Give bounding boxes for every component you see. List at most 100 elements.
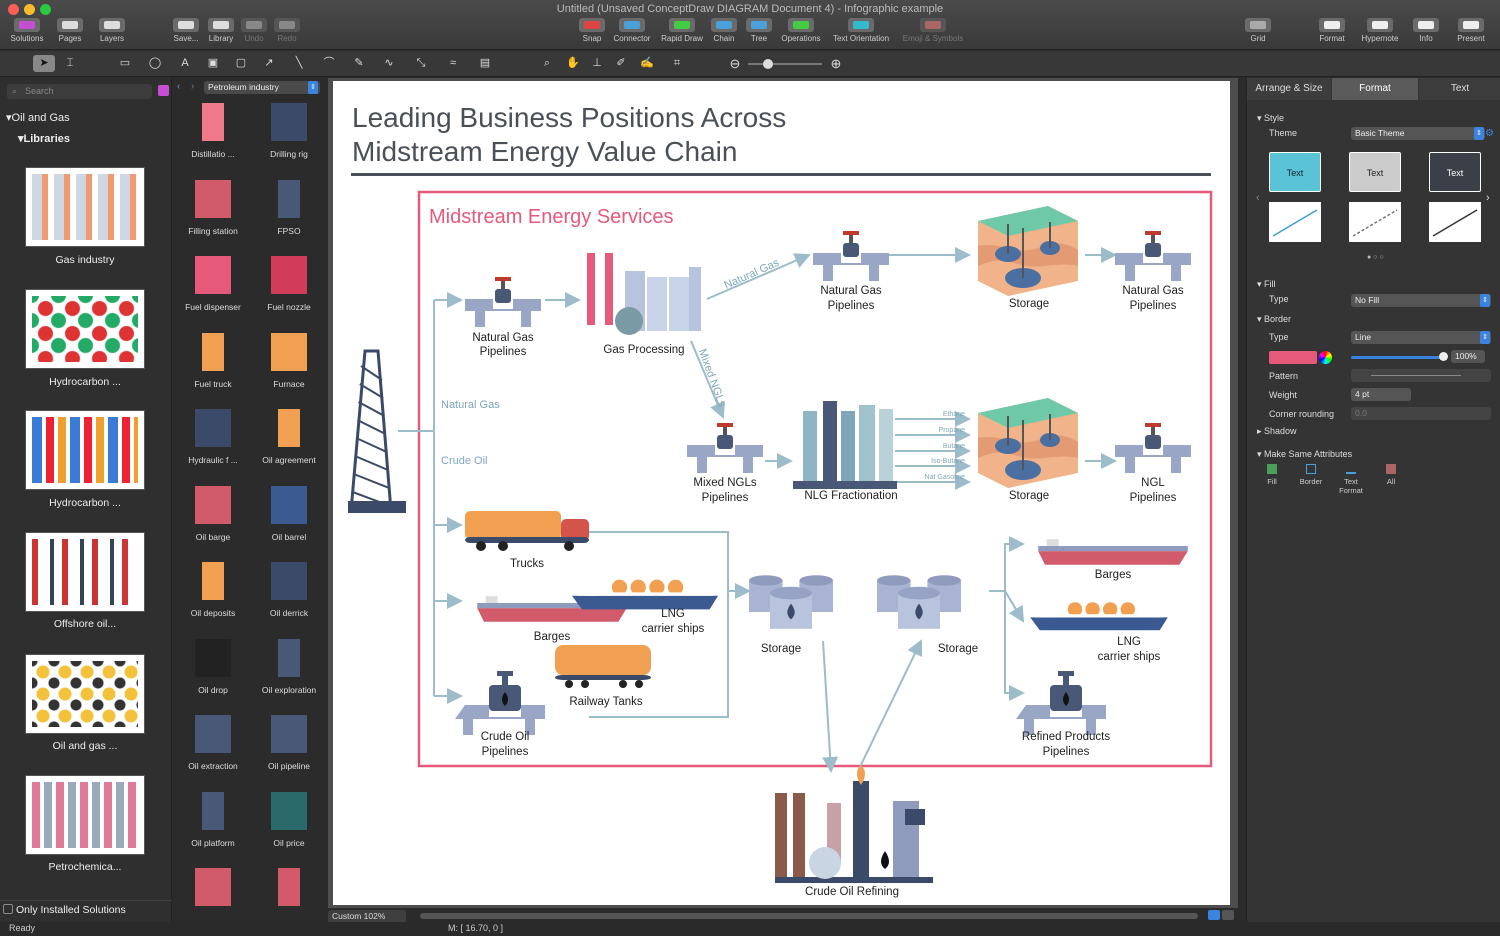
library-item[interactable]: Oil barrel — [251, 480, 327, 542]
solution-tile-offshore-oil[interactable] — [25, 532, 145, 612]
theme-select[interactable]: Basic Theme ⇕ — [1351, 127, 1485, 140]
horizontal-scrollbar[interactable] — [420, 913, 1198, 919]
text-box-tool-icon[interactable]: ▣ — [202, 55, 224, 72]
library-item[interactable]: Hydraulic f ... — [175, 404, 251, 465]
library-item[interactable] — [251, 863, 327, 914]
page-dots[interactable]: ● ○ ○ — [1367, 254, 1384, 261]
arc-tool-icon[interactable]: ⌒ — [318, 55, 340, 72]
library-item[interactable]: Oil agreement — [251, 404, 327, 465]
pattern-select[interactable] — [1351, 369, 1491, 382]
line-tool-icon[interactable]: ╲ — [288, 55, 310, 72]
corner-rounding-input[interactable]: 0.0 — [1351, 407, 1491, 420]
solution-tile-gas-industry[interactable] — [25, 167, 145, 247]
make-same-all-button[interactable]: All — [1377, 464, 1405, 486]
border-header[interactable]: ▾ Border — [1257, 314, 1291, 325]
diagram-page[interactable]: Leading Business Positions Across Midstre… — [333, 81, 1230, 905]
gas-processing-shape[interactable] — [587, 253, 701, 335]
operations-button[interactable]: Operations — [776, 18, 826, 43]
tab-format[interactable]: Format — [1332, 78, 1418, 100]
chevron-left-icon[interactable]: ‹ — [1256, 192, 1260, 204]
storage-3-shape[interactable] — [749, 575, 833, 629]
info-button[interactable]: Info — [1410, 18, 1442, 43]
fill-header[interactable]: ▾ Fill — [1257, 279, 1276, 290]
solution-tile-petrochemical[interactable] — [25, 775, 145, 855]
lng-carrier-2-shape[interactable] — [1030, 602, 1168, 631]
freehand-tool-icon[interactable]: ≈ — [442, 55, 464, 72]
oil-derrick-shape[interactable] — [348, 349, 406, 513]
fit-page-icon[interactable] — [1222, 910, 1234, 920]
text-select-tool-icon[interactable]: ⌶ — [59, 55, 81, 72]
format-button[interactable]: Format — [1314, 18, 1350, 43]
library-item[interactable]: Fuel truck — [175, 327, 251, 389]
library-item[interactable]: Filling station — [175, 174, 251, 236]
page-view-icon[interactable] — [1208, 910, 1220, 920]
connector-refinery-to-storage4[interactable] — [857, 639, 923, 772]
connector-button[interactable]: Connector — [610, 18, 654, 43]
text-tool-icon[interactable]: A — [174, 55, 196, 72]
border-color-well[interactable] — [1269, 351, 1317, 364]
truck-shape[interactable] — [465, 511, 589, 551]
layers-button[interactable]: Layers — [93, 18, 131, 43]
ellipse-tool-icon[interactable]: ◯ — [144, 55, 166, 72]
back-chevron-icon[interactable]: ‹ — [177, 81, 180, 92]
opacity-value[interactable]: 100% — [1451, 350, 1485, 363]
opacity-slider[interactable] — [1351, 356, 1443, 359]
solution-tile-oil-and-gas[interactable] — [25, 654, 145, 734]
rapid-draw-button[interactable]: Rapid Draw — [658, 18, 706, 43]
solutions-button[interactable]: Solutions — [6, 18, 48, 43]
library-item[interactable]: Furnace — [251, 327, 327, 389]
make-same-border-button[interactable]: Border — [1297, 464, 1325, 486]
library-item[interactable]: Oil pipeline — [251, 710, 327, 771]
mixed-ngls-pipeline-shape[interactable] — [687, 423, 763, 473]
pen-tool-icon[interactable]: ✎ — [348, 55, 370, 72]
gear-icon[interactable]: ⚙ — [1485, 128, 1494, 139]
nlg-fractionation-shape[interactable] — [793, 401, 897, 489]
opacity-slider-thumb[interactable] — [1439, 352, 1448, 361]
format-painter-icon[interactable]: ✍ — [636, 55, 658, 72]
ngl-pipeline-shape[interactable] — [1115, 423, 1191, 473]
grid-button[interactable]: Grid — [1244, 18, 1272, 43]
make-same-header[interactable]: ▾ Make Same Attributes — [1257, 449, 1352, 460]
crude-oil-pipeline-shape[interactable] — [455, 671, 545, 735]
natural-gas-pipeline-3-shape[interactable] — [1115, 231, 1191, 281]
hand-tool-icon[interactable]: ✋ — [562, 55, 584, 72]
redo-button[interactable]: Redo — [272, 18, 302, 43]
search-input[interactable]: Search — [7, 84, 152, 99]
line-style-swatch-blue[interactable] — [1269, 202, 1321, 242]
library-item[interactable]: Fuel nozzle — [251, 251, 327, 312]
chevron-right-icon[interactable]: › — [1486, 192, 1490, 204]
rectangle-tool-icon[interactable]: ▭ — [114, 55, 136, 72]
natural-gas-pipeline-1-shape[interactable] — [465, 277, 541, 327]
library-item[interactable]: Oil exploration — [251, 633, 327, 695]
solution-tile-hydrocarbon-fuels[interactable] — [25, 410, 145, 490]
library-item[interactable]: FPSO — [251, 174, 327, 236]
forward-chevron-icon[interactable]: › — [191, 81, 194, 92]
library-item[interactable]: Oil platform — [175, 786, 251, 848]
canvas-area[interactable]: Leading Business Positions Across Midstre… — [328, 78, 1238, 908]
solution-tile-hydrocarbon-flags[interactable] — [25, 289, 145, 369]
zoom-slider-thumb[interactable] — [763, 59, 773, 69]
weight-input[interactable]: 4 pt — [1351, 388, 1411, 401]
storage-2-shape[interactable] — [978, 398, 1078, 488]
zoom-slider-track[interactable] — [748, 63, 822, 65]
connector-storage3-to-refinery[interactable] — [822, 640, 839, 773]
storage-1-shape[interactable] — [978, 206, 1078, 296]
tab-arrange-size[interactable]: Arrange & Size — [1247, 78, 1331, 100]
library-select[interactable]: Petroleum industry ⇕ — [204, 81, 320, 94]
connector-to-barges2[interactable] — [1004, 536, 1025, 591]
style-swatch-teal[interactable]: Text — [1269, 152, 1321, 192]
library-item[interactable]: Distillatio ... — [175, 98, 251, 159]
library-item[interactable]: Oil extraction — [175, 710, 251, 771]
natural-gas-pipeline-2-shape[interactable] — [813, 231, 889, 281]
connector-to-lng2[interactable] — [1004, 590, 1025, 623]
crude-oil-refinery-shape[interactable] — [775, 765, 933, 883]
line-style-swatch-black[interactable] — [1429, 202, 1481, 242]
style-swatch-dark[interactable]: Text — [1429, 152, 1481, 192]
library-item[interactable] — [175, 863, 251, 914]
zoom-tool-icon[interactable]: ⌕ — [536, 55, 558, 72]
arrow-tool-icon[interactable]: ↗ — [258, 55, 280, 72]
shadow-header[interactable]: ▸ Shadow — [1257, 426, 1297, 437]
barges-2-shape[interactable] — [1038, 539, 1188, 565]
railway-tank-shape[interactable] — [555, 645, 651, 688]
only-installed-checkbox[interactable]: Only Installed Solutions — [3, 904, 126, 916]
